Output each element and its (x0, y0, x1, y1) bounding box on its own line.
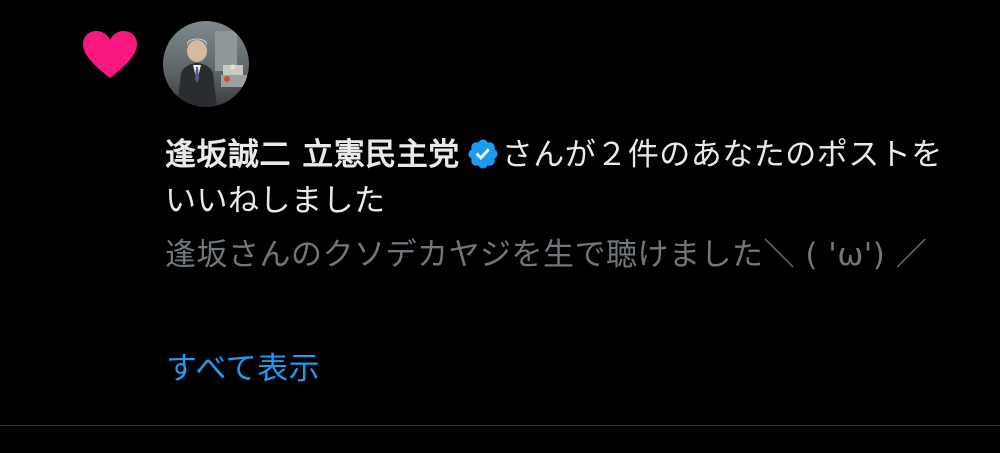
heart-icon (82, 30, 138, 80)
user-name[interactable]: 逢坂誠二 立憲民主党 (165, 137, 460, 173)
avatar[interactable] (163, 21, 249, 107)
notification-headline: 逢坂誠二 立憲民主党 さんが２件のあなたのポストをいいねしました (165, 132, 965, 224)
divider (0, 425, 1000, 426)
verified-badge-icon (466, 137, 500, 171)
post-text[interactable]: 逢坂さんのクソデカヤジを生で聴けました＼ ( 'ω') ／ (165, 232, 965, 278)
show-all-link[interactable]: すべて表示 (166, 346, 320, 392)
like-notification[interactable]: 逢坂誠二 立憲民主党 さんが２件のあなたのポストをいいねしました 逢坂さんのクソ… (0, 0, 1000, 425)
